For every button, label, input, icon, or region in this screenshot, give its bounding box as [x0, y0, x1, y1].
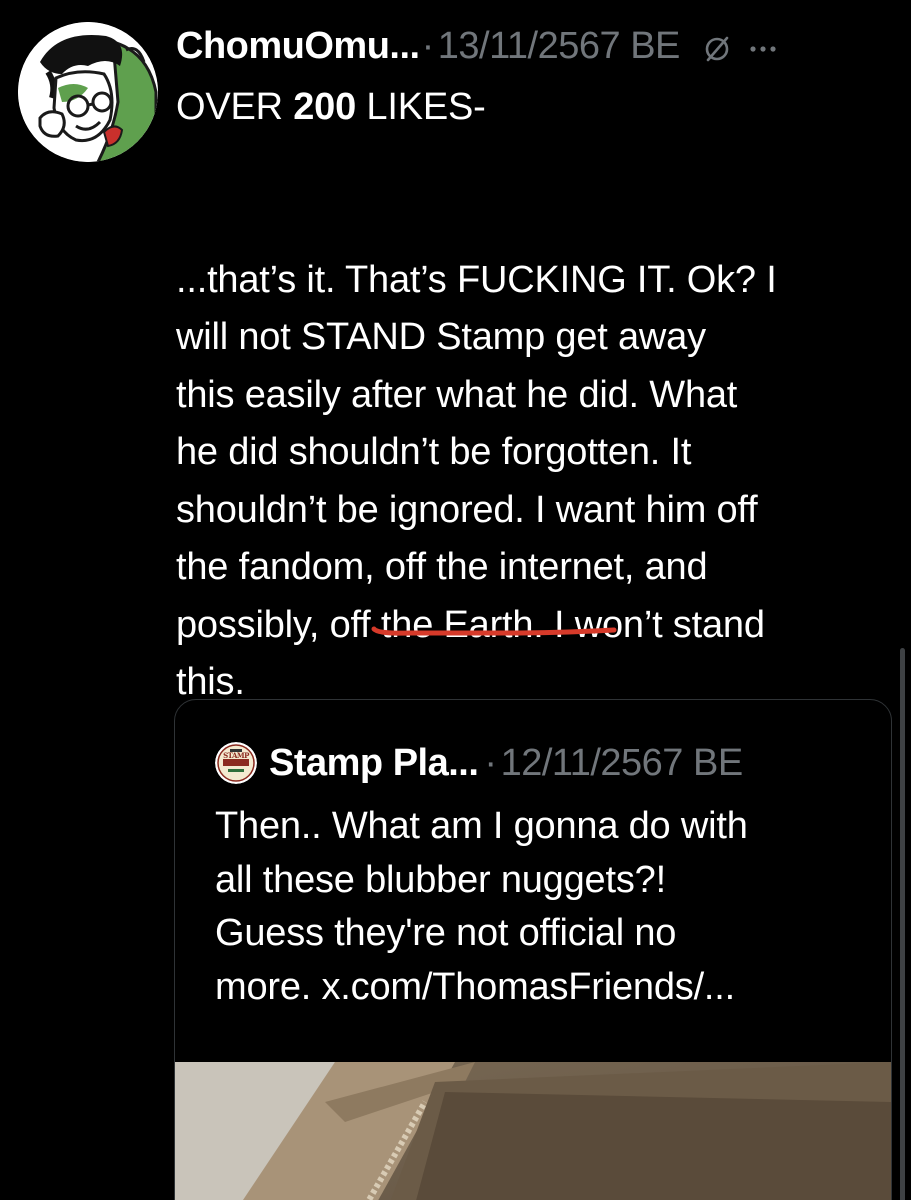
scrollbar-thumb[interactable]: [900, 648, 905, 1200]
grok-slash-icon[interactable]: [702, 31, 732, 62]
post-text: OVER 200 LIKES- ...that’s it. That’s FUC…: [176, 79, 896, 712]
quoted-post-text: Then.. What am I gonna do with all these…: [215, 800, 865, 1014]
quoted-post-photo[interactable]: [175, 1062, 891, 1200]
quoted-author-avatar[interactable]: STAMP: [215, 742, 257, 784]
quoted-post-header: STAMP Stamp Pla... · 12/11/2567 BE: [215, 738, 743, 788]
post: ChomuOmu... · 13/11/2567 BE OVER 200 LIK…: [0, 0, 911, 1200]
post-line: will not STAND Stamp get away: [176, 316, 706, 358]
author-avatar[interactable]: [18, 22, 158, 162]
headline-prefix: OVER: [176, 86, 294, 128]
headline-suffix: LIKES-: [356, 86, 486, 128]
quoted-post-timestamp[interactable]: 12/11/2567 BE: [501, 742, 744, 785]
post-header: ChomuOmu... · 13/11/2567 BE: [176, 22, 778, 70]
blank-lines: [176, 137, 896, 252]
post-line: the fandom, off the internet, and: [176, 546, 708, 588]
quoted-line: all these blubber nuggets?!: [215, 858, 666, 901]
quoted-author-display-name[interactable]: Stamp Pla...: [269, 742, 479, 785]
more-dots-icon[interactable]: [748, 31, 778, 61]
quoted-avatar-logo-text: STAMP: [223, 751, 250, 760]
author-display-name[interactable]: ChomuOmu...: [176, 25, 420, 68]
quoted-line[interactable]: more. x.com/ThomasFriends/...: [215, 961, 865, 1015]
headline-bold-number: 200: [293, 86, 357, 128]
post-line: ...that’s it. That’s FUCKING IT. Ok? I: [176, 258, 777, 301]
post-line: shouldn’t be ignored. I want him off: [176, 488, 758, 531]
post-timestamp[interactable]: 13/11/2567 BE: [438, 25, 681, 68]
header-separator: ·: [421, 24, 435, 67]
post-line: he did shouldn’t be forgotten. It: [176, 431, 692, 473]
post-headline: OVER 200 LIKES-: [176, 79, 896, 137]
quoted-line: Then.. What am I gonna do with: [215, 805, 748, 847]
quoted-post-card[interactable]: STAMP Stamp Pla... · 12/11/2567 BE Then.…: [174, 699, 892, 1200]
post-line: this easily after what he did. What: [176, 373, 738, 416]
quoted-line: Guess they're not official no: [215, 912, 677, 954]
quoted-header-separator: ·: [484, 741, 497, 784]
red-underline-annotation: [370, 624, 618, 636]
